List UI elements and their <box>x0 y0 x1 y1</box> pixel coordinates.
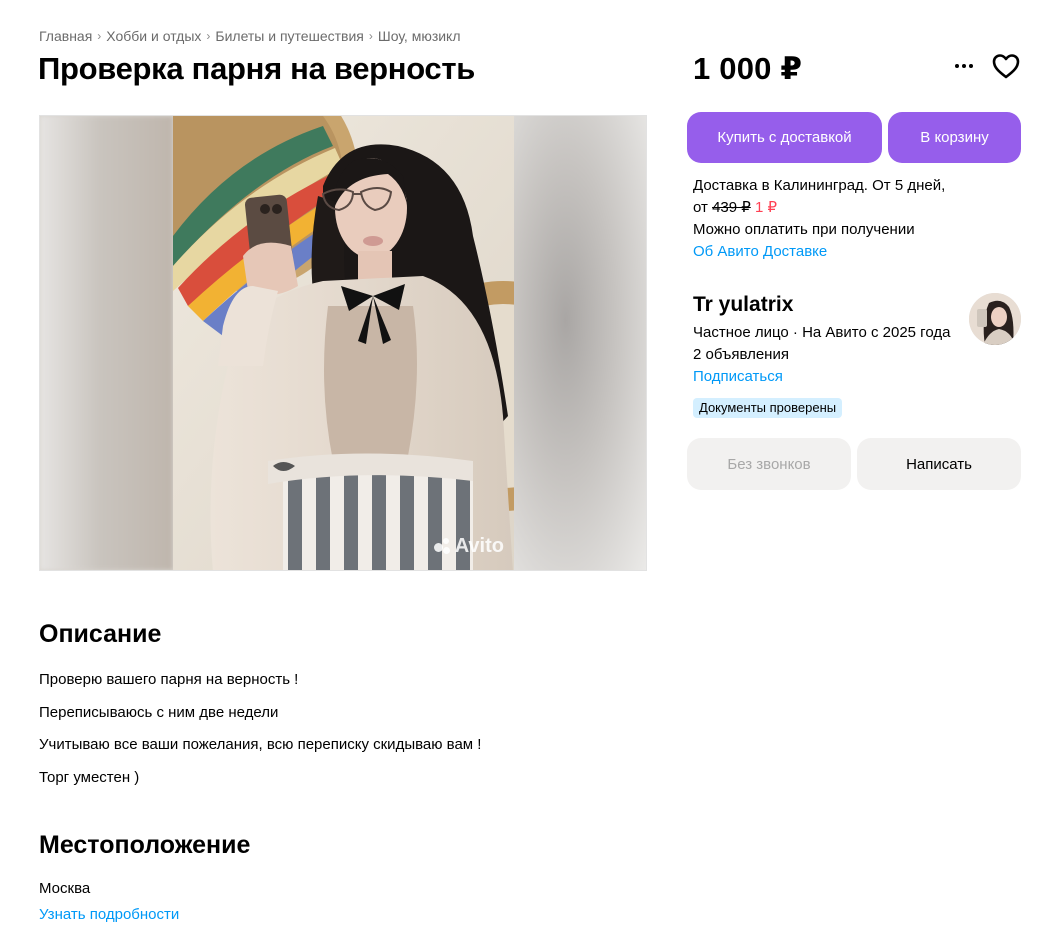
breadcrumb-item-show[interactable]: Шоу, мюзикл <box>378 28 461 44</box>
seller-ads-count[interactable]: 2 объявления <box>693 344 950 366</box>
gallery-blur-background-left <box>40 116 173 570</box>
description-text: Проверю вашего парня на верность ! Переп… <box>39 664 481 794</box>
write-message-button[interactable]: Написать <box>857 438 1021 490</box>
no-calls-button: Без звонков <box>687 438 851 490</box>
avito-logo-icon <box>433 537 452 556</box>
more-options-button[interactable] <box>948 54 980 78</box>
seller-info: Частное лицо · На Авито с 2025 года 2 об… <box>693 322 950 388</box>
location-heading: Местоположение <box>39 831 251 859</box>
delivery-info: Доставка в Калининград. От 5 дней, от 43… <box>693 175 945 263</box>
avito-watermark: Avito <box>433 535 504 558</box>
description-line: Торг уместен ) <box>39 768 140 786</box>
chevron-right-icon: › <box>368 29 373 43</box>
description-line: Переписываюсь с ним две недели <box>39 703 279 721</box>
add-to-cart-button[interactable]: В корзину <box>888 112 1021 163</box>
favorite-button[interactable] <box>991 52 1021 80</box>
subscribe-link[interactable]: Подписаться <box>693 366 950 388</box>
page-title: Проверка парня на верность <box>38 51 476 86</box>
breadcrumb: Главная › Хобби и отдых › Билеты и путеш… <box>39 28 461 44</box>
chevron-right-icon: › <box>206 29 211 43</box>
delivery-old-price: 439 ₽ <box>712 199 751 216</box>
documents-verified-badge: Документы проверены <box>693 398 843 418</box>
description-line: Учитываю все ваши пожелания, всю перепис… <box>39 736 482 753</box>
breadcrumb-item-home[interactable]: Главная <box>39 28 92 44</box>
delivery-price-line: от 439 ₽ 1 ₽ <box>693 197 945 219</box>
watermark-text: Avito <box>454 535 504 557</box>
seller-type: Частное лицо · На Авито с 2025 года <box>693 324 951 341</box>
avatar[interactable] <box>969 293 1021 345</box>
buy-with-delivery-button[interactable]: Купить с доставкой <box>687 112 882 163</box>
delivery-from-prefix: от <box>693 199 708 216</box>
photo-gallery[interactable]: Avito <box>39 115 647 571</box>
heart-icon <box>992 54 1020 79</box>
description-heading: Описание <box>39 620 162 648</box>
location-details-link[interactable]: Узнать подробности <box>39 906 179 923</box>
breadcrumb-item-hobby[interactable]: Хобби и отдых <box>106 28 201 44</box>
location-city: Москва <box>39 880 91 897</box>
seller-name[interactable]: Tr yulatrix <box>693 293 793 317</box>
about-delivery-link[interactable]: Об Авито Доставке <box>693 241 945 263</box>
more-icon <box>954 64 975 68</box>
avatar-image <box>969 293 1021 345</box>
delivery-line: Доставка в Калининград. От 5 дней, <box>693 177 946 194</box>
breadcrumb-item-tickets[interactable]: Билеты и путешествия <box>215 28 363 44</box>
payment-note: Можно оплатить при получении <box>693 221 915 238</box>
description-line: Проверю вашего парня на верность ! <box>39 671 299 688</box>
delivery-new-price: 1 ₽ <box>754 199 778 216</box>
chevron-right-icon: › <box>97 29 102 43</box>
price: 1 000 ₽ <box>693 51 803 86</box>
listing-photo[interactable] <box>173 116 514 570</box>
listing-photo-illustration <box>173 116 514 570</box>
gallery-blur-background-right <box>512 116 646 570</box>
